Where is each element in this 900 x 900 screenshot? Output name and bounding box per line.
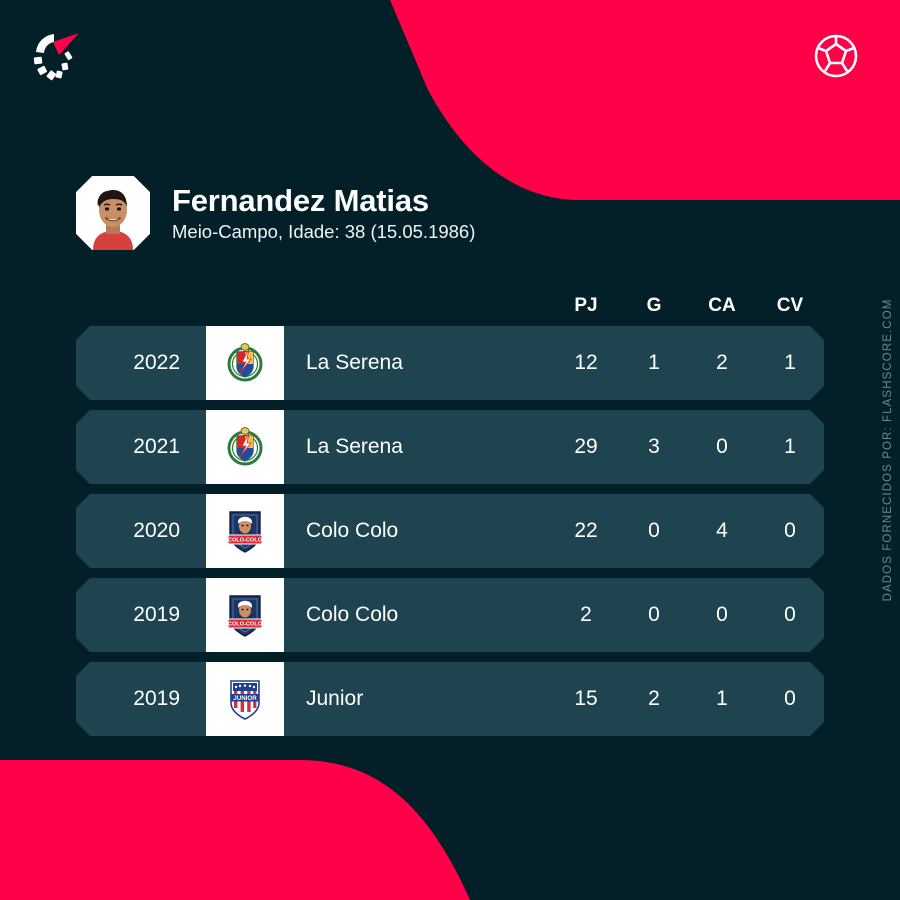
column-header-pj: PJ [574,295,598,316]
cell-team-name: Colo Colo [306,603,399,626]
column-header-g: G [646,295,662,316]
cell-ca: 1 [716,687,728,710]
data-source-credit: DADOS FORNECIDOS POR: FLASHSCORE.COM [882,298,894,602]
cell-g: 0 [648,519,660,542]
cell-team-name: Colo Colo [306,519,399,542]
cell-team-name: Junior [306,687,364,710]
cell-g: 2 [648,687,660,710]
cell-pj: 2 [580,603,592,626]
player-header: Fernandez Matias Meio-Campo, Idade: 38 (… [76,176,475,250]
page-title: Fernandez Matias [172,182,429,218]
flashscore-logo[interactable] [28,28,84,84]
cell-cv: 0 [784,603,796,626]
cell-season: 2021 [133,435,180,458]
career-stats-table: PJ G CA CV 2022 La Serena 12 1 2 1 2021 … [76,286,824,746]
player-meta: Meio-Campo, Idade: 38 (15.05.1986) [172,220,476,242]
cell-pj: 29 [574,435,598,458]
soccer-ball-icon[interactable] [808,28,864,84]
junior-crest-icon: JUNIOR [206,662,284,736]
cell-cv: 1 [784,351,796,374]
player-photo [76,176,150,250]
cell-cv: 1 [784,435,796,458]
colo-colo-crest-icon: COLO-COLO [206,494,284,568]
column-header-ca: CA [708,295,736,316]
table-header-row: PJ G CA CV [76,286,824,326]
player-identity: Fernandez Matias Meio-Campo, Idade: 38 (… [172,185,475,242]
cell-season: 2020 [133,519,180,542]
svg-text:COLO-COLO: COLO-COLO [228,622,263,628]
la-serena-crest-icon [206,326,284,400]
cell-ca: 0 [716,435,728,458]
cell-team-name: La Serena [306,351,403,374]
svg-text:COLO-COLO: COLO-COLO [228,538,263,544]
cell-cv: 0 [784,687,796,710]
avatar [76,176,150,250]
cell-ca: 2 [716,351,728,374]
cell-pj: 12 [574,351,598,374]
cell-ca: 0 [716,603,728,626]
cell-season: 2022 [133,351,180,374]
table-row[interactable]: 2019 JUNIOR Junior 15 2 1 0 [76,662,824,736]
cell-cv: 0 [784,519,796,542]
cell-g: 0 [648,603,660,626]
svg-text:JUNIOR: JUNIOR [233,695,257,702]
cell-pj: 15 [574,687,598,710]
column-header-cv: CV [776,295,804,316]
cell-team-name: La Serena [306,435,403,458]
colo-colo-crest-icon: COLO-COLO [206,578,284,652]
table-row[interactable]: 2022 La Serena 12 1 2 1 [76,326,824,400]
cell-g: 1 [648,351,660,374]
cell-season: 2019 [133,603,180,626]
table-row[interactable]: 2020 COLO-COLO Colo Colo 22 0 4 0 [76,494,824,568]
table-row[interactable]: 2021 La Serena 29 3 0 1 [76,410,824,484]
cell-pj: 22 [574,519,598,542]
cell-g: 3 [648,435,660,458]
la-serena-crest-icon [206,410,284,484]
cell-ca: 4 [716,519,728,542]
cell-season: 2019 [133,687,180,710]
player-stats-card: Fernandez Matias Meio-Campo, Idade: 38 (… [0,0,900,900]
table-row[interactable]: 2019 COLO-COLO Colo Colo 2 0 0 0 [76,578,824,652]
